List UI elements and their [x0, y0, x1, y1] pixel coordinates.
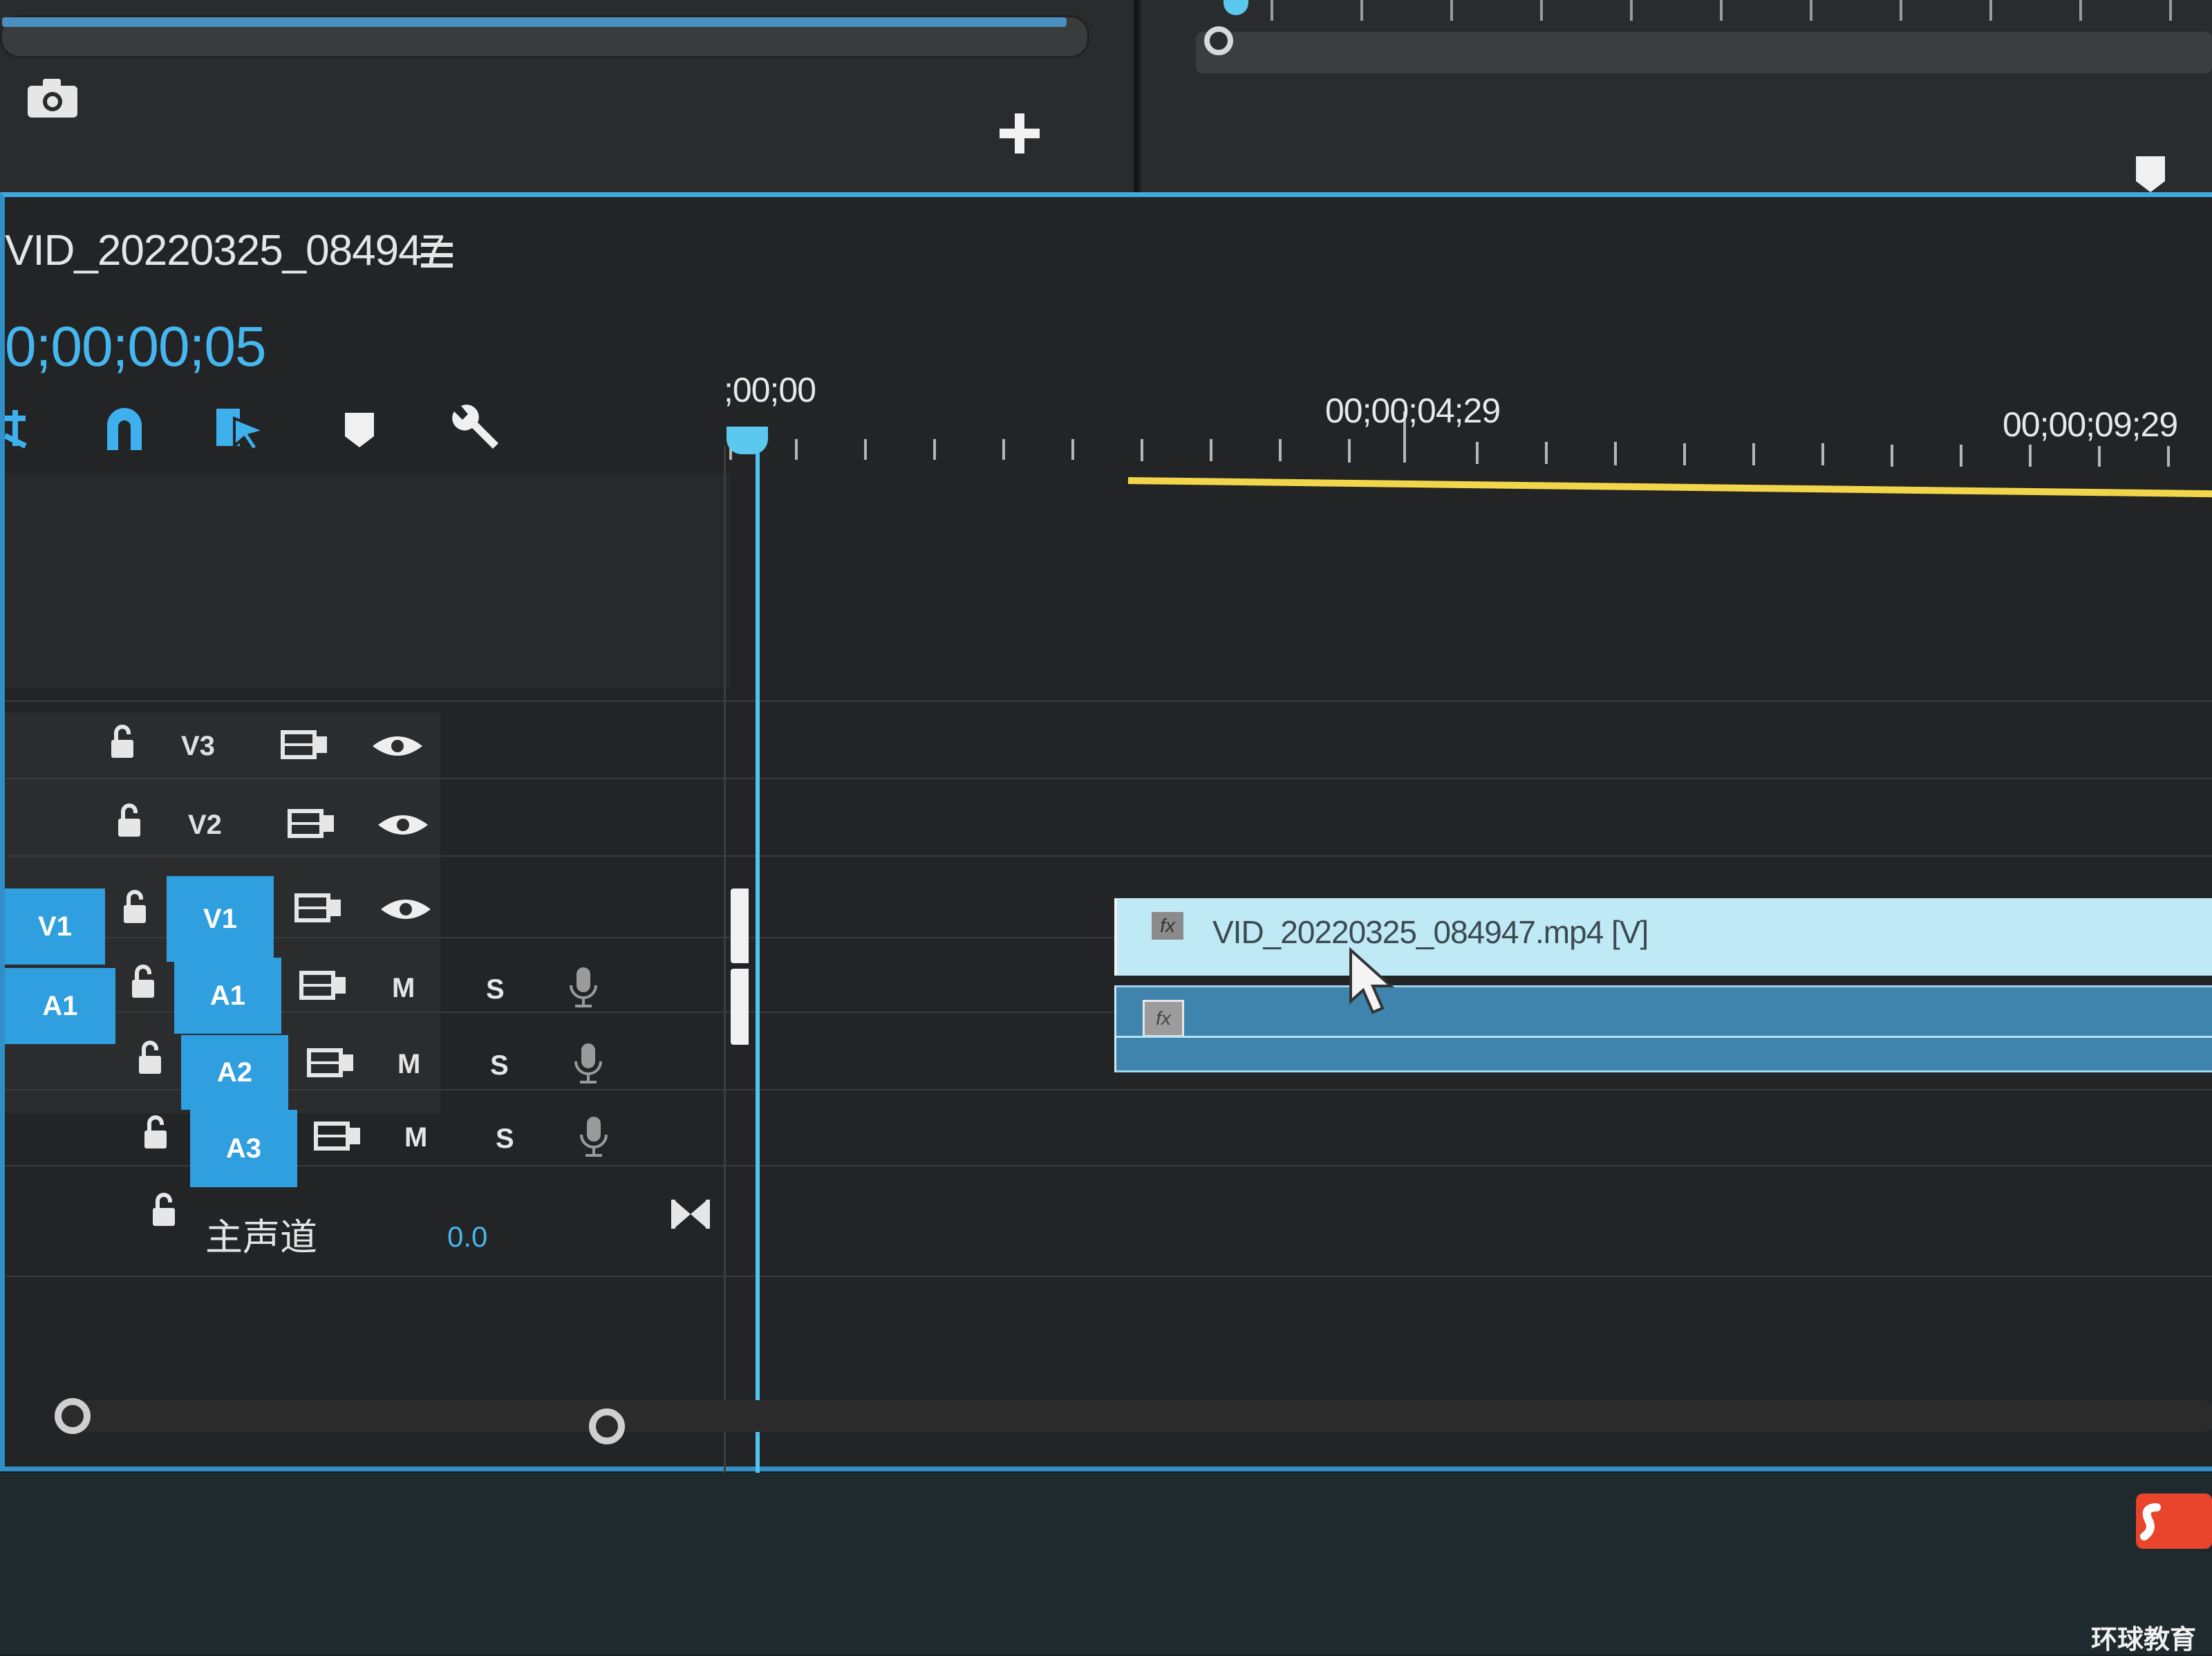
sync-lock-icon[interactable]	[299, 970, 348, 1001]
sync-lock-icon[interactable]	[287, 808, 337, 839]
eye-icon[interactable]	[377, 811, 429, 839]
video-clip-name: VID_20220325_084947.mp4 [V]	[1212, 914, 1649, 950]
sync-lock-icon[interactable]	[306, 1048, 356, 1078]
source-scrollbar[interactable]	[0, 15, 1089, 58]
voice-over-mic-icon[interactable]	[573, 1042, 603, 1086]
track-label-v1[interactable]: V1	[167, 876, 274, 962]
solo-button-a2[interactable]: S	[490, 1050, 509, 1081]
program-zoom-handle[interactable]	[1204, 26, 1233, 55]
program-scrollbar[interactable]	[1196, 32, 2212, 73]
lock-icon[interactable]	[109, 725, 136, 759]
camera-icon[interactable]	[25, 76, 80, 120]
voice-over-mic-icon[interactable]	[568, 966, 599, 1010]
desktop-taskbar	[0, 1473, 2212, 1655]
ruler-label-9s: 00;00;09;29	[2003, 405, 2178, 444]
add-marker-icon[interactable]	[344, 404, 375, 453]
master-volume-value[interactable]: 0.0	[447, 1220, 487, 1254]
playhead-handle[interactable]	[727, 427, 768, 454]
mute-button-a3[interactable]: M	[404, 1122, 427, 1153]
lock-icon[interactable]	[121, 890, 149, 924]
track-label-v2[interactable]: V2	[188, 810, 222, 841]
empty-track-space	[5, 474, 731, 688]
watermark-text: 环球教育	[2091, 1624, 2197, 1655]
linked-selection-icon[interactable]	[214, 404, 269, 453]
marker-icon[interactable]	[2133, 153, 2168, 195]
video-clip[interactable]: fx VID_20220325_084947.mp4 [V]	[1114, 898, 2212, 976]
timeline-panel: VID_20220325_084947 0;00;00;05 ;00;00 00…	[0, 192, 2212, 1615]
fx-badge[interactable]: fx	[1152, 912, 1183, 940]
lock-icon[interactable]	[142, 1115, 169, 1150]
lock-icon[interactable]	[129, 965, 157, 999]
mouse-cursor-icon	[1349, 947, 1395, 1014]
audio-clip[interactable]: fx	[1114, 985, 2212, 1072]
audio-clip-midline	[1116, 1036, 2212, 1038]
sync-lock-icon[interactable]	[313, 1121, 363, 1151]
track-separator	[5, 778, 2212, 779]
sync-lock-icon[interactable]	[294, 893, 344, 923]
solo-button-a3[interactable]: S	[496, 1124, 514, 1155]
track-separator	[5, 1276, 2212, 1277]
voice-over-mic-icon[interactable]	[579, 1115, 609, 1160]
track-header-divider	[724, 446, 726, 1615]
track-edit-bracket-a1	[731, 969, 749, 1045]
mute-button-a1[interactable]: M	[392, 973, 415, 1004]
go-to-in-out-icon[interactable]	[670, 1198, 711, 1230]
settings-wrench-icon[interactable]	[447, 404, 503, 453]
timeline-zoom-scrollbar[interactable]	[67, 1400, 2212, 1432]
time-ruler[interactable]: ;00;00 00;00;04;29 00;00;09;29	[717, 370, 2212, 467]
lock-icon[interactable]	[115, 803, 143, 838]
track-separator	[5, 1089, 2212, 1090]
nest-toggle-icon[interactable]	[5, 404, 32, 453]
eye-icon[interactable]	[371, 732, 424, 760]
track-label-a2[interactable]: A2	[181, 1035, 288, 1110]
zoom-handle-right[interactable]	[589, 1408, 625, 1444]
work-area-bar[interactable]	[1127, 477, 2212, 498]
playhead-line[interactable]	[756, 439, 760, 1615]
add-icon[interactable]	[995, 109, 1044, 158]
eye-icon[interactable]	[379, 895, 432, 923]
hamburger-menu-icon[interactable]	[420, 240, 454, 270]
mute-button-a2[interactable]: M	[397, 1049, 420, 1080]
source-scroll-fill	[2, 17, 1067, 27]
track-label-v3[interactable]: V3	[181, 731, 215, 762]
track-edit-bracket-v1	[731, 889, 749, 963]
fx-badge[interactable]: fx	[1143, 1000, 1184, 1037]
source-monitor-panel	[0, 0, 1138, 202]
track-label-a3[interactable]: A3	[190, 1110, 297, 1187]
lock-icon[interactable]	[136, 1041, 164, 1075]
zoom-handle-left[interactable]	[55, 1398, 91, 1434]
track-separator	[5, 700, 2212, 702]
watermark-logo	[2136, 1494, 2212, 1549]
sequence-tab-title[interactable]: VID_20220325_084947	[5, 226, 445, 275]
master-track-label: 主声道	[205, 1216, 317, 1259]
sync-lock-icon[interactable]	[280, 729, 330, 760]
solo-button-a1[interactable]: S	[486, 974, 505, 1005]
snap-icon[interactable]	[102, 404, 147, 453]
playhead-timecode[interactable]: 0;00;00;05	[5, 315, 267, 380]
ruler-label-4s: 00;00;04;29	[1325, 391, 1501, 430]
track-label-a1[interactable]: A1	[174, 958, 281, 1034]
source-patch-v1[interactable]: V1	[5, 889, 105, 965]
track-separator	[5, 855, 2212, 857]
lock-icon[interactable]	[150, 1193, 178, 1227]
ruler-label-start: ;00;00	[724, 371, 816, 409]
source-patch-a1[interactable]: A1	[5, 968, 115, 1044]
track-separator	[5, 1165, 2212, 1166]
program-mini-ruler	[1271, 0, 2172, 21]
